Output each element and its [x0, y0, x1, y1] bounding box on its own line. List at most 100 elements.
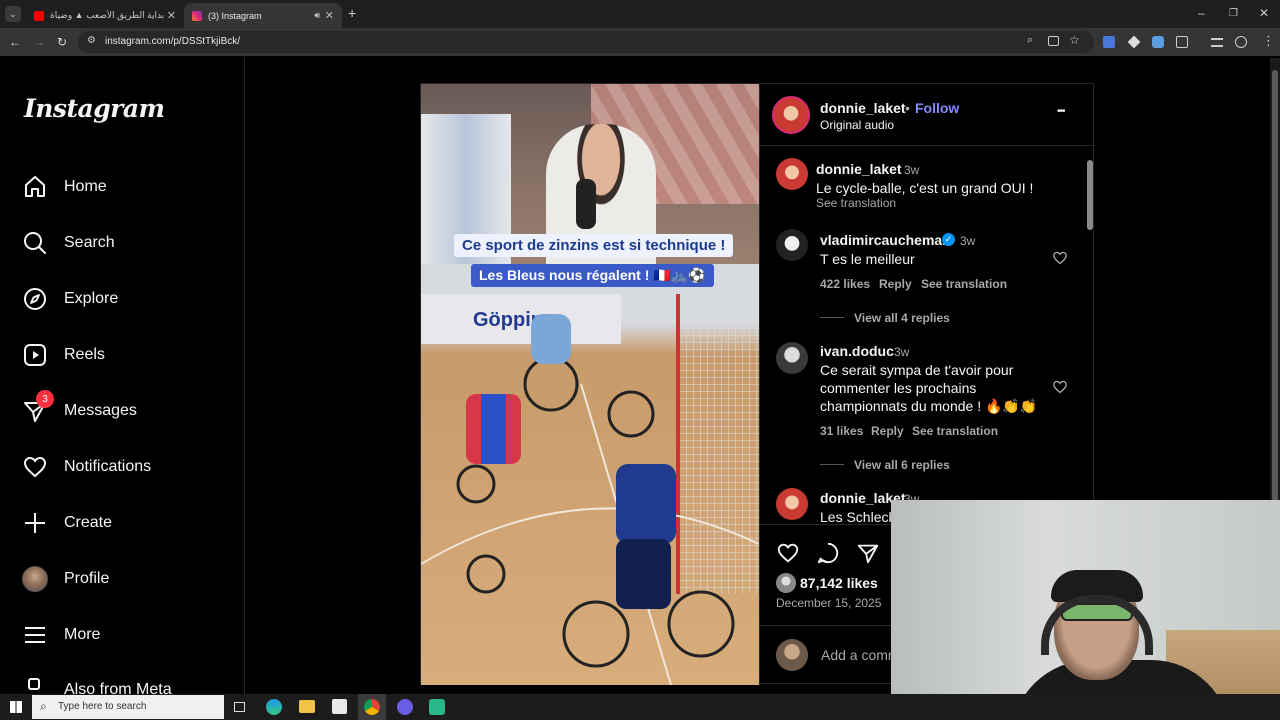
- comment-likes[interactable]: 422 likes: [820, 277, 870, 291]
- video-microphone: [576, 179, 596, 229]
- like-icon[interactable]: [776, 541, 800, 570]
- comment-avatar[interactable]: [776, 342, 808, 374]
- file-explorer-icon[interactable]: [299, 700, 315, 713]
- sidebar-item-label: Also from Meta: [64, 681, 172, 694]
- reload-icon[interactable]: ↻: [57, 35, 67, 49]
- comment-username[interactable]: vladimircauchemar: [820, 232, 948, 248]
- sidebar-item-label: Create: [64, 514, 113, 531]
- bookmark-star-icon[interactable]: ☆: [1069, 33, 1080, 47]
- comments-scrollbar[interactable]: [1087, 148, 1093, 522]
- task-view-icon[interactable]: [234, 702, 245, 712]
- caption-avatar[interactable]: [776, 158, 808, 190]
- caption-time: 3w: [904, 163, 920, 177]
- tab-search-button[interactable]: ⌄: [5, 6, 21, 22]
- caption-see-translation[interactable]: See translation: [816, 196, 896, 210]
- share-icon[interactable]: [856, 541, 880, 570]
- profile-icon[interactable]: [1235, 36, 1247, 48]
- site-info-icon[interactable]: ⚙: [87, 35, 96, 46]
- cast-icon[interactable]: [1048, 36, 1059, 46]
- restore-icon[interactable]: ❐: [1229, 8, 1238, 19]
- zoom-icon[interactable]: ⌕: [1027, 34, 1033, 47]
- close-icon[interactable]: ✕: [325, 9, 334, 22]
- comment-username[interactable]: ivan.doduc: [820, 343, 894, 359]
- extension-icon[interactable]: [1103, 36, 1115, 48]
- compass-icon: [22, 286, 48, 312]
- comments-area: donnie_laket 3w Le cycle-balle, c'est un…: [760, 146, 1095, 524]
- sidebar-item-label: Notifications: [64, 458, 152, 475]
- browser-tab-bar: ⌄ بداية الطريق الأصعب ▲ وضياة ✕ (3) Inst…: [0, 0, 1280, 28]
- app-icon[interactable]: [429, 699, 445, 715]
- browser-menu-icon[interactable]: ⋮: [1262, 33, 1275, 49]
- reels-icon: [22, 342, 48, 368]
- address-bar[interactable]: ⚙ instagram.com/p/DSStTkjiBck/ ⌕ ☆: [78, 31, 1094, 53]
- sidebar-item-reels[interactable]: Reels: [22, 335, 232, 375]
- comment-avatar[interactable]: [776, 488, 808, 520]
- youtube-icon: [34, 10, 44, 21]
- forward-icon[interactable]: →: [33, 35, 45, 49]
- edge-icon[interactable]: [266, 699, 282, 715]
- comment-icon[interactable]: [816, 541, 840, 570]
- comment-likes[interactable]: 31 likes: [820, 424, 863, 438]
- speaker-icon[interactable]: 🔊︎: [314, 10, 320, 21]
- liker-avatar: [776, 573, 796, 593]
- instagram-icon: [192, 10, 202, 21]
- tab-instagram[interactable]: (3) Instagram 🔊︎ ✕: [184, 3, 342, 28]
- sidebar-item-home[interactable]: Home: [22, 167, 232, 207]
- add-comment-input[interactable]: Add a comm: [821, 647, 900, 663]
- chrome-icon[interactable]: [358, 694, 386, 720]
- window-close-icon[interactable]: ✕: [1259, 6, 1269, 20]
- comment-like-icon[interactable]: [1052, 379, 1068, 400]
- comment-time: 3w: [894, 345, 910, 359]
- minimize-icon[interactable]: –: [1198, 6, 1205, 20]
- post-video[interactable]: Göppin Ce sport de zinzins est si techni…: [421, 84, 759, 685]
- sidebar-item-profile[interactable]: Profile: [22, 559, 232, 599]
- comment-text: T es le meilleur: [820, 251, 915, 267]
- caption-text: Le cycle-balle, c'est un grand OUI !: [816, 180, 1034, 196]
- current-user-avatar: [776, 639, 808, 671]
- sidebar-item-messages[interactable]: 3 Messages: [22, 390, 232, 431]
- tab-youtube[interactable]: بداية الطريق الأصعب ▲ وضياة ✕: [26, 3, 184, 28]
- view-replies-button[interactable]: View all 6 replies: [854, 458, 950, 472]
- sidebar-item-label: More: [64, 626, 101, 643]
- sidebar-item-also-from-meta[interactable]: Also from Meta: [22, 671, 232, 694]
- sidebar-item-notifications[interactable]: Notifications: [22, 447, 232, 487]
- sidebar-item-search[interactable]: Search: [22, 223, 232, 263]
- replies-divider: [820, 464, 844, 465]
- caption-username[interactable]: donnie_laket: [816, 161, 902, 177]
- author-avatar[interactable]: [772, 96, 810, 134]
- back-icon[interactable]: ←: [9, 35, 21, 49]
- instagram-logo[interactable]: Instagram: [24, 94, 165, 123]
- new-tab-button[interactable]: +: [348, 5, 356, 21]
- more-options-button[interactable]: •••: [1057, 106, 1065, 117]
- sidebar-item-explore[interactable]: Explore: [22, 279, 232, 319]
- post-header: donnie_laket • Follow Original audio •••: [760, 84, 1095, 146]
- extension-icon[interactable]: [1152, 36, 1164, 48]
- extension-icon[interactable]: [1127, 35, 1141, 49]
- video-caption-line1: Ce sport de zinzins est si technique !: [454, 234, 734, 257]
- webcam-overlay: [891, 500, 1280, 720]
- comment-avatar[interactable]: [776, 229, 808, 261]
- sidebar-item-create[interactable]: Create: [22, 503, 232, 543]
- sidebar-item-label: Search: [64, 234, 115, 251]
- view-replies-button[interactable]: View all 4 replies: [854, 311, 950, 325]
- puzzle-icon[interactable]: [1176, 36, 1188, 48]
- follow-button[interactable]: Follow: [915, 100, 959, 116]
- taskbar-search[interactable]: ⌕ Type here to search: [32, 695, 224, 719]
- comment-see-translation[interactable]: See translation: [912, 424, 998, 438]
- comment-reply-button[interactable]: Reply: [871, 424, 904, 438]
- comment-time: 3w: [960, 234, 976, 248]
- sidebar-item-more[interactable]: More: [22, 615, 232, 655]
- windows-start-icon[interactable]: [10, 701, 22, 713]
- close-icon[interactable]: ✕: [167, 9, 176, 22]
- likes-count[interactable]: 87,142 likes: [800, 575, 878, 591]
- comment-like-icon[interactable]: [1052, 250, 1068, 271]
- store-icon[interactable]: [332, 699, 347, 714]
- scrollbar-thumb[interactable]: [1087, 160, 1093, 230]
- reading-list-icon[interactable]: [1211, 38, 1223, 47]
- sidebar-item-label: Profile: [64, 570, 110, 587]
- comment-see-translation[interactable]: See translation: [921, 277, 1007, 291]
- comment-reply-button[interactable]: Reply: [879, 277, 912, 291]
- author-username[interactable]: donnie_laket: [820, 100, 906, 116]
- discord-icon[interactable]: [397, 699, 413, 715]
- audio-link[interactable]: Original audio: [820, 118, 894, 132]
